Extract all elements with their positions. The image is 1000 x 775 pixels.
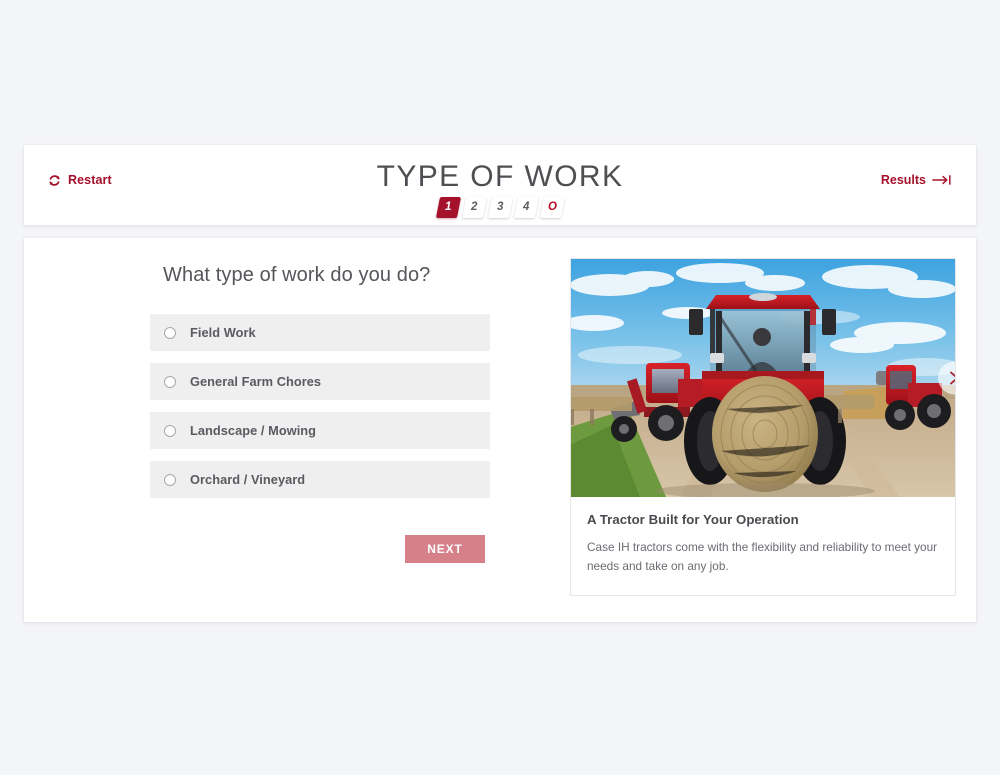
option-label: Landscape / Mowing: [190, 423, 317, 438]
step-results-label: O: [547, 200, 557, 213]
step-indicator: 1 2 3 4 O: [24, 197, 976, 218]
next-button[interactable]: NEXT: [405, 535, 485, 563]
quiz-question: What type of work do you do?: [163, 264, 431, 286]
promo-card: A Tractor Built for Your Operation Case …: [570, 258, 956, 596]
body-card: What type of work do you do? Field Work …: [24, 238, 976, 622]
step-2-label: 2: [470, 200, 478, 213]
option-field-work[interactable]: Field Work: [150, 314, 490, 351]
step-1-label: 1: [444, 200, 452, 213]
arrow-to-end-icon: [932, 174, 952, 186]
quiz-panel: What type of work do you do? Field Work …: [150, 264, 490, 563]
header-card: Restart TYPE OF WORK 1 2 3 4 O Results: [24, 145, 976, 225]
option-orchard-vineyard[interactable]: Orchard / Vineyard: [150, 461, 490, 498]
radio-icon[interactable]: [164, 375, 176, 388]
promo-text: Case IH tractors come with the flexibili…: [587, 540, 938, 574]
next-button-row: NEXT: [150, 535, 490, 563]
step-1[interactable]: 1: [435, 197, 461, 218]
page-title: TYPE OF WORK: [376, 160, 624, 193]
results-button[interactable]: Results: [881, 173, 952, 187]
step-3-label: 3: [496, 200, 504, 213]
quiz-options: Field Work General Farm Chores Landscape…: [150, 314, 490, 498]
promo-body: A Tractor Built for Your Operation Case …: [571, 497, 955, 595]
chevron-right-icon: [949, 371, 955, 386]
step-3[interactable]: 3: [487, 197, 513, 218]
option-label: General Farm Chores: [190, 374, 322, 389]
promo-image: [571, 259, 955, 497]
option-label: Field Work: [190, 325, 256, 340]
radio-icon[interactable]: [164, 473, 176, 486]
radio-icon[interactable]: [164, 326, 176, 339]
page-root: Restart TYPE OF WORK 1 2 3 4 O Results W…: [0, 0, 1000, 775]
option-landscape-mowing[interactable]: Landscape / Mowing: [150, 412, 490, 449]
step-4[interactable]: 4: [513, 197, 539, 218]
step-results[interactable]: O: [539, 197, 565, 218]
step-2[interactable]: 2: [461, 197, 487, 218]
option-general-farm-chores[interactable]: General Farm Chores: [150, 363, 490, 400]
radio-icon[interactable]: [164, 424, 176, 437]
promo-title: A Tractor Built for Your Operation: [587, 512, 799, 527]
step-4-label: 4: [522, 200, 530, 213]
option-label: Orchard / Vineyard: [190, 472, 306, 487]
results-label: Results: [880, 173, 926, 187]
